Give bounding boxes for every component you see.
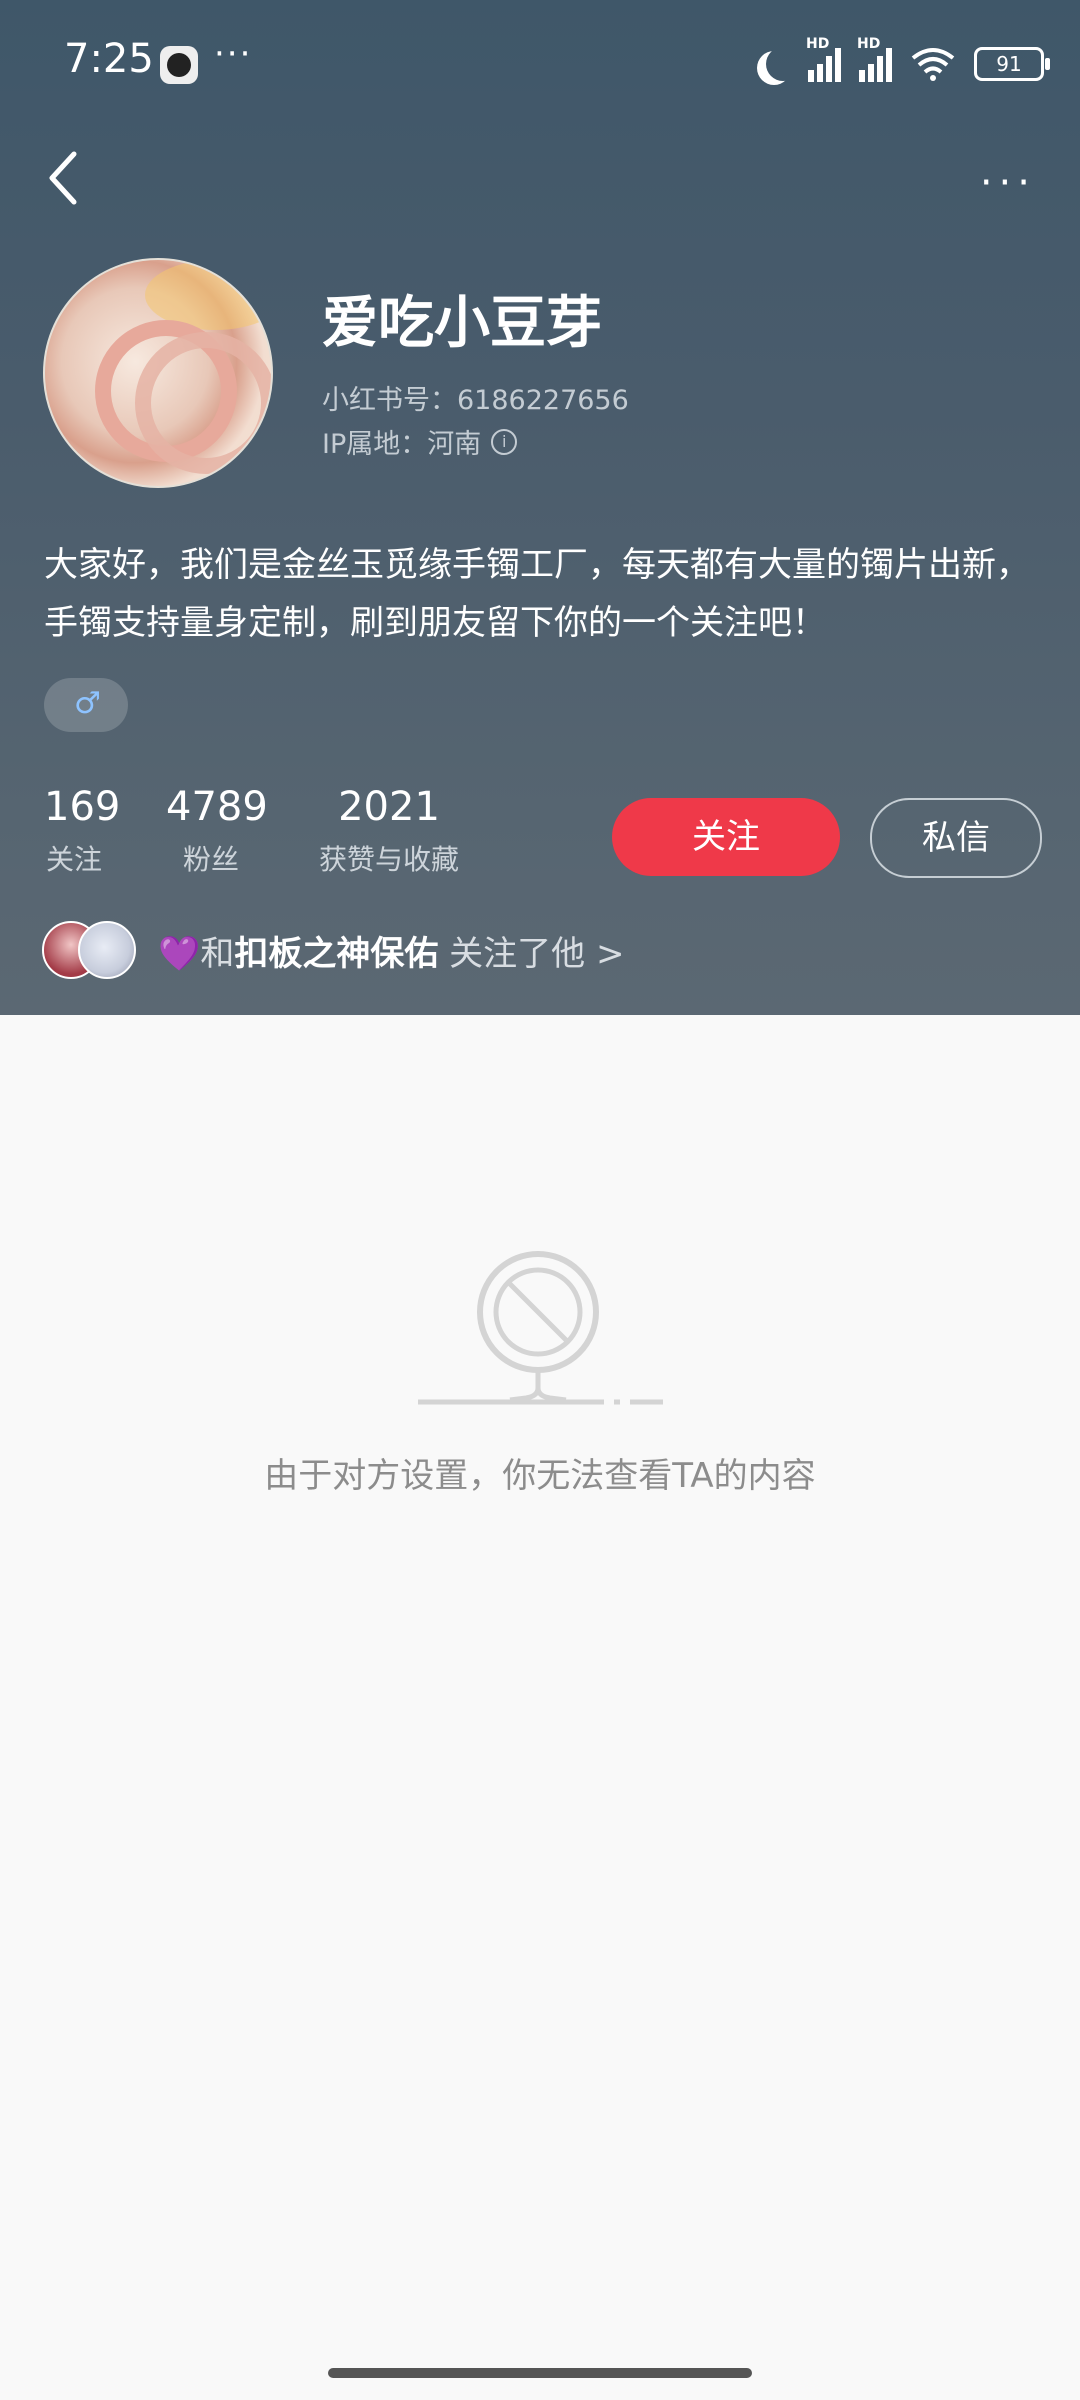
- follow-button[interactable]: 关注: [612, 798, 840, 876]
- profile-header: 7:25 ··· HD HD 91 ··· 爱吃小豆芽 小红书号：6186227…: [0, 0, 1080, 1015]
- blocked-content-illustration: [418, 1248, 663, 1408]
- back-button[interactable]: [44, 148, 84, 208]
- mutual-follow-text: 💜和扣板之神保佑 关注了他 >: [158, 933, 625, 974]
- stat-likes-label: 获赞与收藏: [318, 843, 459, 876]
- heart-icon: 💜: [158, 933, 201, 974]
- chevron-left-icon: [49, 151, 77, 205]
- empty-state-message: 由于对方设置，你无法查看TA的内容: [264, 1456, 816, 1496]
- do-not-disturb-icon: [766, 47, 800, 81]
- user-id[interactable]: 小红书号：6186227656: [322, 378, 629, 417]
- stat-following[interactable]: 169 关注: [44, 784, 121, 878]
- status-icons: HD HD 91: [756, 36, 1050, 88]
- more-options-button[interactable]: ···: [980, 160, 1036, 206]
- stat-followers-count: 4789: [166, 784, 268, 830]
- stat-followers-label: 粉丝: [182, 843, 239, 876]
- battery-icon: 91: [974, 47, 1050, 81]
- stat-following-label: 关注: [45, 843, 102, 876]
- signal-icon-1: HD: [806, 36, 841, 82]
- home-indicator[interactable]: [328, 2368, 752, 2378]
- gender-tag: ♂: [44, 678, 128, 732]
- male-icon: ♂: [74, 686, 101, 721]
- mutual-user-name: 扣板之神保佑: [234, 933, 439, 974]
- stat-followers[interactable]: 4789 粉丝: [166, 784, 268, 878]
- profile-name: 爱吃小豆芽: [322, 291, 602, 356]
- info-icon[interactable]: i: [491, 428, 518, 455]
- ip-location-text: IP属地：河南: [322, 429, 482, 460]
- mutual-follow-row[interactable]: 💜和扣板之神保佑 关注了他 >: [42, 920, 624, 980]
- wifi-icon: [910, 46, 956, 82]
- clock-app-icon: [160, 46, 198, 84]
- status-more-icon: ···: [214, 34, 253, 74]
- stat-following-count: 169: [44, 784, 121, 830]
- stat-likes[interactable]: 2021 获赞与收藏: [314, 784, 464, 878]
- chevron-right-icon: >: [595, 933, 625, 974]
- stat-likes-count: 2021: [338, 784, 440, 830]
- ip-location: IP属地：河南 i: [322, 422, 518, 461]
- prohibited-icon: [418, 1251, 663, 1405]
- status-time: 7:25: [64, 36, 154, 82]
- avatar[interactable]: [43, 258, 273, 488]
- mutual-avatar: [78, 921, 136, 979]
- message-button[interactable]: 私信: [870, 798, 1042, 878]
- signal-icon-2: HD: [857, 36, 892, 82]
- profile-bio: 大家好，我们是金丝玉觅缘手镯工厂，每天都有大量的镯片出新，手镯支持量身定制，刷到…: [44, 545, 1030, 643]
